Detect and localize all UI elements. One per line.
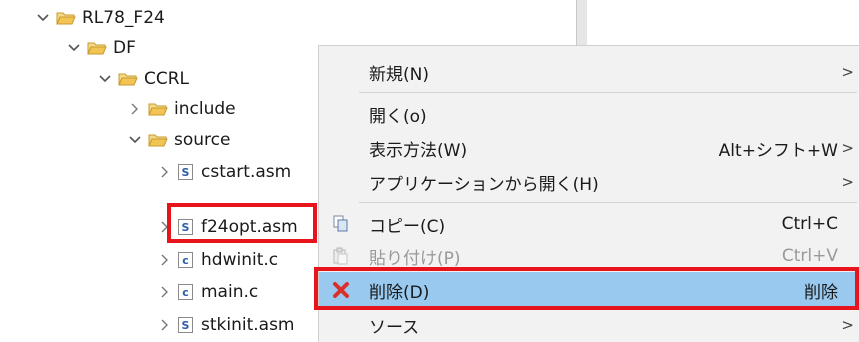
scrollbar[interactable] [577, 0, 587, 48]
tree-item-label: DF [113, 38, 136, 58]
tree-item-label: CCRL [144, 69, 190, 89]
chevron-down-icon[interactable] [34, 9, 52, 27]
tree-item-label: main.c [201, 282, 259, 302]
tree-item-main-c[interactable]: c main.c [156, 277, 258, 307]
tree-item-ccrl[interactable]: CCRL [96, 64, 189, 94]
submenu-arrow-icon: > [841, 139, 854, 157]
tree-item-hdwinit-c[interactable]: c hdwinit.c [156, 245, 278, 275]
submenu-arrow-icon: > [841, 63, 854, 81]
menu-item-label: 新規(N) [369, 64, 429, 85]
menu-item-open-with[interactable]: アプリケーションから開く(H) > [319, 166, 859, 198]
chevron-right-icon[interactable] [156, 163, 174, 181]
open-folder-icon [148, 103, 168, 116]
tree-item-include[interactable]: include [126, 94, 236, 124]
chevron-right-icon[interactable] [156, 283, 174, 301]
chevron-right-icon[interactable] [156, 316, 174, 334]
submenu-arrow-icon: > [841, 173, 854, 191]
asm-file-icon: S [178, 317, 193, 333]
menu-item-show-in[interactable]: 表示方法(W) Alt+シフト+W > [319, 132, 859, 164]
chevron-right-icon[interactable] [156, 251, 174, 269]
tree-item-label: hdwinit.c [201, 250, 279, 270]
menu-item-label: 開く(o) [369, 106, 427, 127]
tree-item-label: cstart.asm [201, 162, 292, 182]
chevron-down-icon[interactable] [65, 39, 83, 57]
menu-item-shortcut: Ctrl+V [781, 246, 838, 266]
tree-item-label: RL78_F24 [82, 8, 165, 28]
c-file-icon: c [178, 252, 193, 268]
tree-item-label: stkinit.asm [201, 315, 295, 335]
highlight-box-file [167, 203, 317, 243]
menu-item-label: 表示方法(W) [369, 140, 468, 161]
menu-item-label: ソース [369, 317, 420, 338]
paste-icon [331, 246, 351, 266]
tree-item-label: source [174, 130, 231, 150]
asm-file-icon: S [178, 164, 193, 180]
open-folder-icon [148, 134, 168, 147]
menu-separator [359, 202, 857, 203]
menu-item-shortcut: Alt+シフト+W [718, 140, 838, 161]
menu-item-source[interactable]: ソース > [319, 309, 859, 341]
menu-item-label: コピー(C) [369, 216, 446, 237]
tree-item-df[interactable]: DF [65, 33, 136, 63]
tree-item-rl78-f24[interactable]: RL78_F24 [34, 3, 165, 33]
menu-item-copy[interactable]: コピー(C) Ctrl+C [319, 208, 859, 240]
chevron-down-icon[interactable] [126, 131, 144, 149]
chevron-right-icon[interactable] [126, 100, 144, 118]
open-folder-icon [118, 73, 138, 86]
tree-item-cstart-asm[interactable]: S cstart.asm [156, 157, 291, 187]
c-file-icon: c [178, 284, 193, 300]
copy-icon [331, 214, 351, 234]
menu-separator [359, 92, 857, 93]
tree-item-label: include [174, 99, 236, 119]
tree-item-stkinit-asm[interactable]: S stkinit.asm [156, 310, 295, 340]
tree-item-source[interactable]: source [126, 125, 230, 155]
menu-item-label: アプリケーションから開く(H) [369, 174, 599, 195]
open-folder-icon [87, 42, 107, 55]
submenu-arrow-icon: > [841, 316, 854, 334]
menu-item-new[interactable]: 新規(N) > [319, 56, 859, 88]
menu-item-label: 貼り付け(P) [369, 248, 461, 269]
open-folder-icon [56, 12, 76, 25]
editor-pane [576, 0, 859, 48]
menu-item-open[interactable]: 開く(o) [319, 98, 859, 130]
menu-item-shortcut: Ctrl+C [781, 214, 838, 234]
chevron-down-icon[interactable] [96, 70, 114, 88]
highlight-box-delete [314, 267, 859, 310]
